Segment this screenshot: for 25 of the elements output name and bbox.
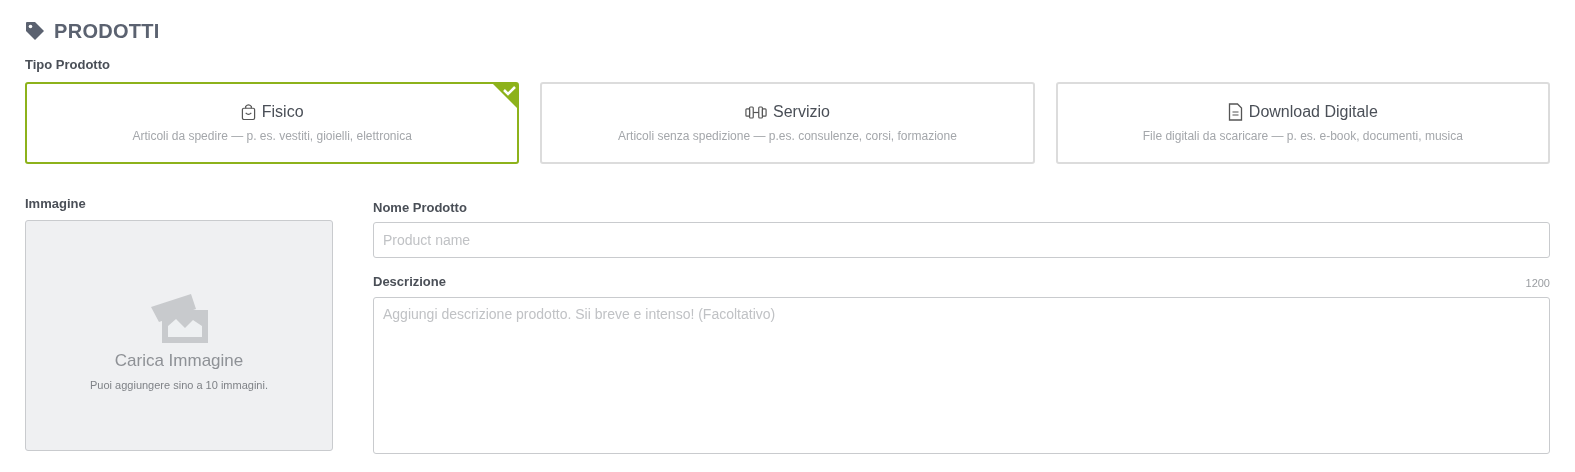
field-label: Tipo Prodotto	[25, 57, 111, 72]
option-title: Servizio	[773, 103, 830, 121]
tag-icon	[25, 21, 45, 41]
option-title: Fisico	[261, 103, 304, 121]
product-type-card[interactable]: Fisico Articoli da spedire — p. es. vestiti, gioielli, elettronica	[25, 82, 520, 164]
document-icon	[1227, 103, 1243, 121]
check-corner-icon	[492, 83, 519, 109]
dumbbell-icon	[745, 104, 768, 120]
product-type-card[interactable]: Servizio Articoli senza spedizione — p.es. consulenze, corsi, formazione	[540, 82, 1035, 164]
product-name-field[interactable]: Product name	[373, 222, 1550, 258]
upload-hint: Puoi aggiungere sino a 10 immagini.	[90, 379, 268, 391]
description-field[interactable]: Aggiungi descrizione prodotto. Sii breve e intenso! (Facoltativo)	[373, 297, 1550, 454]
bag-icon	[240, 103, 256, 121]
option-description: Articoli da spedire — p. es. vestiti, gioielli, elettronica	[132, 129, 412, 143]
image-upload-area[interactable]: Carica Immagine Puoi aggiungere sino a 10 immagini.	[25, 220, 333, 451]
option-title: Download Digitale	[1248, 103, 1378, 121]
section-title: PRODOTTI	[54, 19, 160, 43]
option-description: Articoli senza spedizione — p.es. consulenze, corsi, formazione	[618, 129, 957, 143]
option-description: File digitali da scaricare — p. es. e-book, documenti, musica	[1142, 129, 1463, 143]
field-label: Immagine	[25, 196, 87, 211]
field-label: Nome Prodotto	[373, 200, 468, 215]
field-label: Descrizione	[373, 274, 446, 289]
character-counter: 1200	[1525, 277, 1550, 289]
product-type-card[interactable]: Download Digitale File digitali da scaricare — p. es. e-book, documenti, musica	[1055, 82, 1550, 164]
upload-title: Carica Immagine	[114, 351, 244, 371]
